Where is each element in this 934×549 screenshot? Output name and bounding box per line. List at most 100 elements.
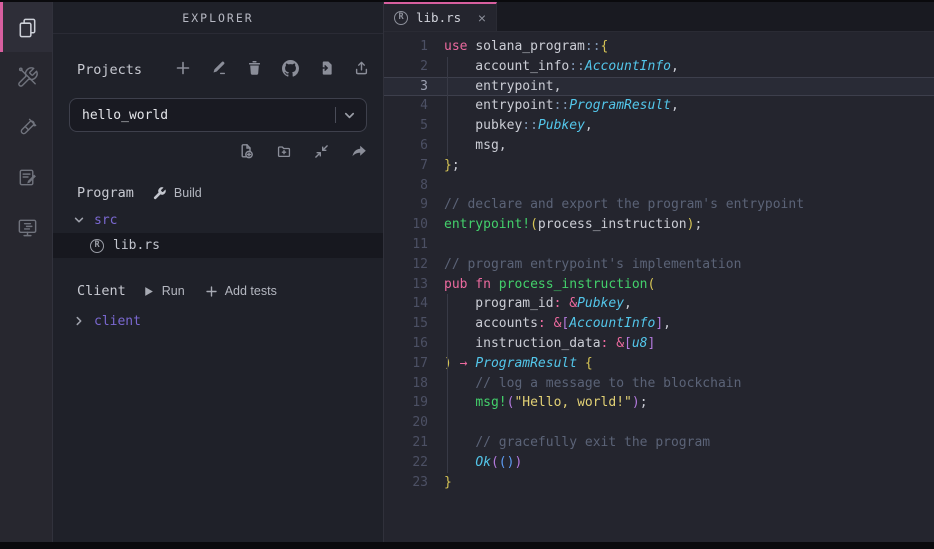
code-row[interactable]: 11 — [384, 235, 934, 255]
code-line-text: msg, — [428, 136, 507, 156]
new-folder-icon — [276, 144, 292, 163]
github-icon — [282, 60, 299, 81]
project-select-controls — [335, 107, 356, 123]
test-tube-icon — [16, 116, 39, 139]
pencil-icon — [211, 60, 227, 80]
build-button[interactable]: Build — [152, 186, 202, 201]
share-button[interactable] — [351, 144, 367, 163]
line-number: 21 — [384, 433, 428, 453]
code-row[interactable]: 17) → ProgramResult { — [384, 354, 934, 374]
code-row[interactable]: 21 // gracefully exit the program — [384, 433, 934, 453]
sidebar-item-build-deploy[interactable] — [0, 52, 52, 102]
main-layout: EXPLORER Projects — [0, 2, 934, 542]
code-row[interactable]: 23} — [384, 473, 934, 493]
rename-project-button[interactable] — [211, 60, 227, 80]
indent-guide — [447, 57, 448, 156]
line-number: 19 — [384, 393, 428, 413]
projects-actions — [175, 60, 369, 81]
code-row[interactable]: 12// program entrypoint's implementation — [384, 255, 934, 275]
close-icon[interactable]: × — [478, 11, 486, 25]
explorer-header: EXPLORER — [53, 2, 383, 34]
code-row[interactable]: 20 — [384, 413, 934, 433]
monitor-icon — [16, 216, 39, 239]
code-line-text: // program entrypoint's implementation — [428, 255, 741, 275]
delete-project-button[interactable] — [247, 60, 262, 80]
code-line-text: ) → ProgramResult { — [428, 354, 593, 374]
line-number: 20 — [384, 413, 428, 433]
sidebar-item-explorer[interactable] — [0, 2, 52, 52]
code-line-text: // declare and export the program's entr… — [428, 195, 804, 215]
run-button-label: Run — [162, 284, 185, 298]
sidebar-item-test[interactable] — [0, 102, 52, 152]
sidebar-item-programs[interactable] — [0, 202, 52, 252]
tools-icon — [16, 66, 39, 89]
file-name-lib-rs: lib.rs — [113, 238, 160, 253]
new-project-button[interactable] — [175, 60, 191, 80]
sidebar-item-tutorials[interactable] — [0, 152, 52, 202]
code-row[interactable]: 22 Ok(()) — [384, 453, 934, 473]
program-label: Program — [77, 185, 134, 201]
folder-row-src[interactable]: src — [53, 208, 383, 232]
new-folder-button[interactable] — [276, 144, 292, 163]
tab-bar: R lib.rs × — [384, 2, 934, 32]
window-bottom-bar — [0, 542, 934, 549]
code-row[interactable]: 10entrypoint!(process_instruction); — [384, 215, 934, 235]
code-row[interactable]: 9// declare and export the program's ent… — [384, 195, 934, 215]
line-number: 10 — [384, 215, 428, 235]
new-file-button[interactable] — [238, 143, 254, 163]
chevron-down-icon — [73, 214, 85, 226]
rust-icon: R — [394, 11, 408, 25]
add-tests-button[interactable]: Add tests — [205, 284, 277, 298]
line-number: 9 — [384, 195, 428, 215]
code-row[interactable]: 6 msg, — [384, 136, 934, 156]
line-number: 12 — [384, 255, 428, 275]
tab-title: lib.rs — [416, 10, 461, 25]
folder-row-client[interactable]: client — [53, 309, 383, 333]
code-line-text: entrypoint::ProgramResult, — [428, 96, 679, 116]
project-select[interactable]: hello_world — [69, 98, 367, 132]
file-row-lib-rs[interactable]: R lib.rs — [53, 233, 383, 258]
run-button[interactable]: Run — [142, 284, 185, 298]
code-line-text: // gracefully exit the program — [428, 433, 710, 453]
code-line-text: pubkey::Pubkey, — [428, 116, 593, 136]
build-button-label: Build — [174, 186, 202, 200]
code-row[interactable]: 8 — [384, 176, 934, 196]
line-number: 17 — [384, 354, 428, 374]
select-divider — [335, 107, 336, 123]
code-row[interactable]: 3 entrypoint, — [384, 77, 934, 97]
code-line-text — [428, 235, 444, 255]
code-row[interactable]: 5 pubkey::Pubkey, — [384, 116, 934, 136]
code-line-text — [428, 413, 444, 433]
code-row[interactable]: 4 entrypoint::ProgramResult, — [384, 96, 934, 116]
export-icon — [354, 60, 369, 80]
line-number: 6 — [384, 136, 428, 156]
github-button[interactable] — [282, 60, 299, 81]
import-icon — [319, 60, 334, 80]
chevron-down-icon — [343, 109, 356, 122]
line-number: 15 — [384, 314, 428, 334]
program-section-row: Program Build — [77, 180, 359, 206]
code-line-text — [428, 176, 444, 196]
code-row[interactable]: 7}; — [384, 156, 934, 176]
export-project-button[interactable] — [354, 60, 369, 80]
code-row[interactable]: 19 msg!("Hello, world!"); — [384, 393, 934, 413]
line-number: 1 — [384, 37, 428, 57]
import-project-button[interactable] — [319, 60, 334, 80]
client-label: Client — [77, 283, 126, 299]
code-row[interactable]: 15 accounts: &[AccountInfo], — [384, 314, 934, 334]
code-row[interactable]: 16 instruction_data: &[u8] — [384, 334, 934, 354]
projects-row: Projects — [77, 58, 369, 82]
code-row[interactable]: 1use solana_program::{ — [384, 37, 934, 57]
collapse-folders-button[interactable] — [314, 144, 329, 163]
line-number: 23 — [384, 473, 428, 493]
code-row[interactable]: 13pub fn process_instruction( — [384, 275, 934, 295]
tab-lib-rs[interactable]: R lib.rs × — [384, 2, 497, 31]
projects-label: Projects — [77, 62, 142, 78]
code-row[interactable]: 18 // log a message to the blockchain — [384, 374, 934, 394]
code-line-text: entrypoint!(process_instruction); — [428, 215, 702, 235]
code-line-text: instruction_data: &[u8] — [428, 334, 655, 354]
code-row[interactable]: 14 program_id: &Pubkey, — [384, 294, 934, 314]
line-number: 2 — [384, 57, 428, 77]
code-row[interactable]: 2 account_info::AccountInfo, — [384, 57, 934, 77]
code-editor[interactable]: 1use solana_program::{2 account_info::Ac… — [384, 32, 934, 542]
